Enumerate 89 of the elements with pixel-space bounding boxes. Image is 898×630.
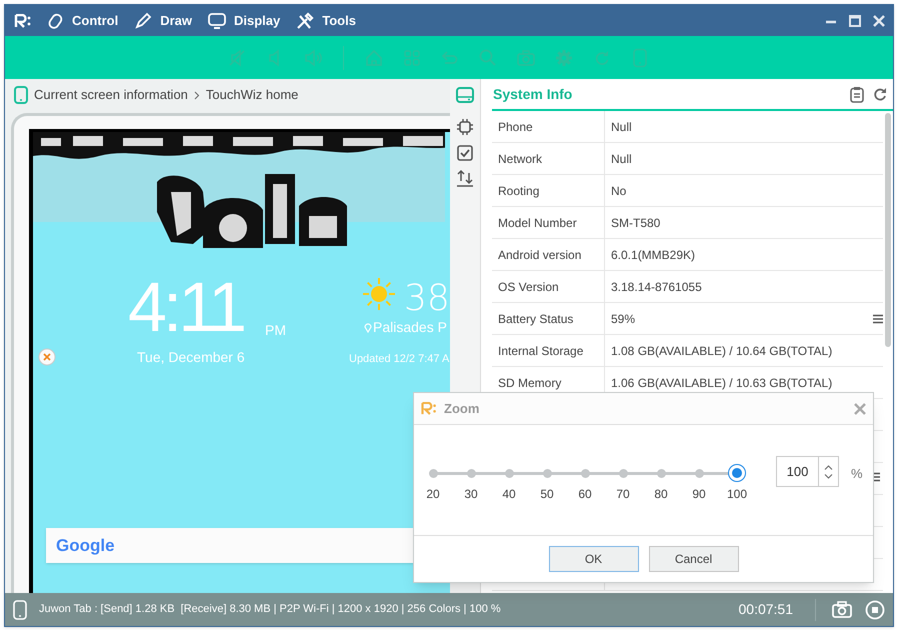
- menu-item[interactable]: Display: [208, 10, 280, 30]
- weather-location: Palisades P: [373, 318, 447, 337]
- zoom-spinbox[interactable]: 100: [776, 456, 839, 487]
- close-icon[interactable]: [854, 402, 866, 414]
- chevron-up-icon[interactable]: [824, 464, 833, 470]
- clock-ampm: PM: [265, 321, 286, 340]
- row-value: Null: [610, 118, 633, 136]
- monitor-icon: [208, 12, 226, 30]
- transfer-icon[interactable]: [455, 169, 475, 189]
- google-logo: Google: [56, 534, 115, 557]
- app-logo-icon: [14, 14, 32, 28]
- panel-title: System Info: [493, 84, 572, 104]
- app-logo-icon: [420, 402, 438, 415]
- chevron-right-icon: [194, 90, 200, 100]
- row-label: Model Number: [492, 207, 605, 238]
- unit-label: %: [851, 465, 863, 483]
- dialog-button[interactable]: Cancel: [648, 546, 738, 572]
- pencil-icon: [134, 12, 152, 30]
- tablet-icon: [13, 600, 27, 620]
- session-timer: 00:07:51: [738, 600, 793, 619]
- mute-icon[interactable]: [227, 48, 247, 68]
- chip-icon[interactable]: [455, 117, 475, 137]
- slider-stop[interactable]: [618, 469, 628, 478]
- drive-icon[interactable]: [455, 85, 475, 105]
- row-label: Phone: [492, 111, 605, 142]
- weather-temperature: 38: [404, 277, 450, 321]
- stop-icon[interactable]: [865, 600, 885, 620]
- clock-date: Tue, December 6: [137, 348, 245, 367]
- row-value: No: [610, 182, 628, 200]
- row-label: Rooting: [492, 175, 605, 206]
- row-label: Android version: [492, 239, 605, 270]
- dialog-title: Zoom: [444, 400, 480, 418]
- location-pin-icon: [364, 322, 372, 333]
- row-value: 1.06 GB(AVAILABLE) / 10.63 GB(TOTAL): [610, 374, 834, 392]
- stop-label: 100: [726, 486, 748, 503]
- search-icon[interactable]: [478, 48, 498, 68]
- row-value: 3.18.14-8761055: [610, 278, 703, 296]
- dialog-button[interactable]: OK: [548, 546, 638, 572]
- stop-label: 80: [653, 486, 669, 503]
- settings-icon[interactable]: [554, 48, 574, 68]
- checkbox-icon[interactable]: [455, 143, 475, 163]
- tools-icon: [296, 12, 314, 30]
- slider-stop[interactable]: [542, 469, 552, 478]
- row-label: OS Version: [492, 271, 605, 302]
- row-value: 1.08 GB(AVAILABLE) / 10.64 GB(TOTAL): [610, 342, 834, 360]
- stop-label: 40: [501, 486, 517, 503]
- row-label: Internal Storage: [492, 335, 605, 366]
- clock-time: 4:11: [128, 272, 244, 342]
- chevron-down-icon[interactable]: [824, 474, 833, 478]
- camera-icon[interactable]: [832, 601, 852, 618]
- stop-label: 70: [615, 486, 631, 503]
- stop-label: 60: [577, 486, 593, 503]
- stop-label: 30: [463, 486, 479, 503]
- mouse-icon: [46, 12, 64, 30]
- slider-stop[interactable]: [466, 469, 476, 478]
- row-value: SM-T580: [610, 214, 662, 232]
- stop-label: 50: [539, 486, 555, 503]
- stop-label: 20: [425, 486, 441, 503]
- scrollbar[interactable]: [885, 113, 891, 347]
- slider-thumb[interactable]: [729, 465, 745, 481]
- slider-stop[interactable]: [656, 469, 666, 478]
- apps-grid-icon[interactable]: [402, 48, 422, 68]
- slider-stop[interactable]: [428, 469, 438, 478]
- tablet-icon: [14, 86, 28, 104]
- maximize-icon[interactable]: [849, 14, 861, 26]
- slider-stop[interactable]: [504, 469, 514, 478]
- breadcrumb-link[interactable]: Current screen information: [34, 85, 188, 105]
- row-label: Battery Status: [492, 303, 605, 334]
- weather-updated: Updated 12/2 7:47 A: [349, 352, 450, 367]
- menu-icon[interactable]: [873, 314, 883, 324]
- volume-up-icon[interactable]: [303, 48, 323, 68]
- menu-item[interactable]: Tools: [296, 10, 356, 30]
- refresh-icon[interactable]: [874, 87, 887, 101]
- slider-stop[interactable]: [580, 469, 590, 478]
- row-value: 59%: [610, 310, 636, 328]
- close-icon[interactable]: [38, 348, 56, 366]
- home-icon[interactable]: [364, 48, 384, 68]
- breadcrumb-current: TouchWiz home: [206, 86, 298, 104]
- row-value: 6.0.1(MMB29K): [610, 246, 696, 264]
- row-value: Null: [610, 150, 633, 168]
- sun-icon: [362, 277, 396, 311]
- menu-item[interactable]: Draw: [134, 10, 192, 30]
- slider-stop[interactable]: [694, 469, 704, 478]
- clipboard-icon[interactable]: [850, 86, 864, 102]
- menu-item[interactable]: Control: [46, 10, 118, 30]
- connection-info: Juwon Tab : [Send] 1.28 KB [Receive] 8.30 MB | P2P Wi-Fi | 1200 x 1920 | 256 Colors | 100 %: [39, 602, 501, 618]
- stop-label: 90: [691, 486, 707, 503]
- row-label: Network: [492, 143, 605, 174]
- phone-icon[interactable]: [630, 48, 650, 68]
